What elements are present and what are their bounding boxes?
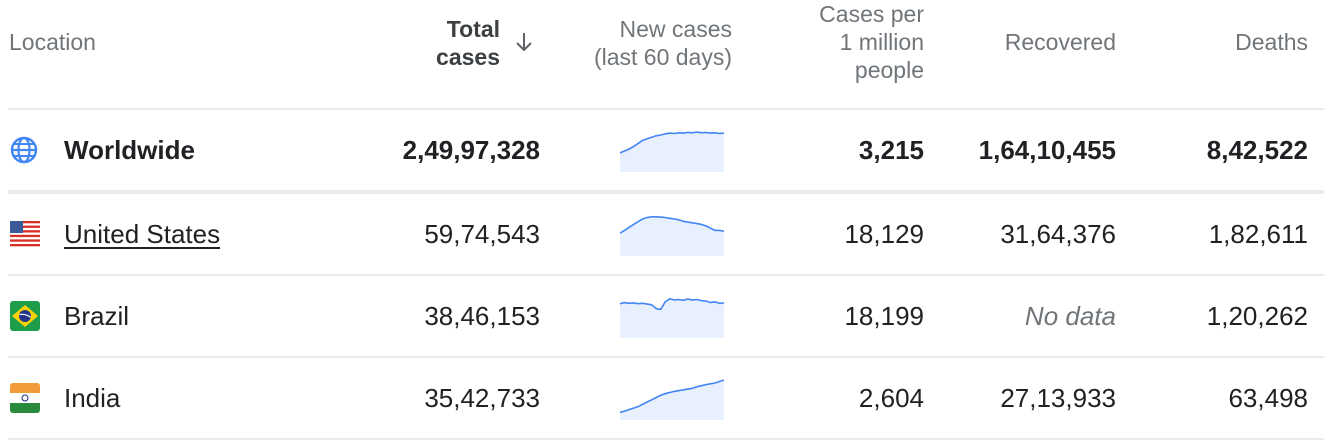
row-name-united-states[interactable]: United States <box>64 218 220 250</box>
sparkline-worldwide <box>620 131 724 172</box>
row-name-india[interactable]: India <box>64 382 120 414</box>
row-name-brazil[interactable]: Brazil <box>64 300 129 332</box>
row-per-million: 18,199 <box>844 301 924 331</box>
sparkline-brazil <box>620 297 724 338</box>
row-total-cases: 2,49,97,328 <box>402 135 540 165</box>
row-per-million: 2,604 <box>858 383 924 413</box>
row-deaths: 63,498 <box>1228 383 1308 413</box>
sparkline-area <box>620 380 724 420</box>
row-per-million: 18,129 <box>844 219 924 249</box>
sparkline-india <box>620 379 724 420</box>
row-total-cases: 38,46,153 <box>424 301 540 331</box>
row-deaths: 8,42,522 <box>1206 135 1308 165</box>
header-total-cases-line1: Total <box>446 16 500 42</box>
row-recovered: 27,13,933 <box>1000 383 1116 413</box>
row-name-worldwide: Worldwide <box>64 135 195 165</box>
worldwide-divider <box>8 190 1324 194</box>
us-flag-icon <box>10 219 40 249</box>
header-total-cases-line2: cases <box>436 44 500 70</box>
header-recovered[interactable]: Recovered <box>960 28 1116 56</box>
header-per-million-line3: people <box>854 57 924 83</box>
header-per-million[interactable]: Cases per 1 million people <box>780 0 924 84</box>
header-deaths[interactable]: Deaths <box>1160 28 1308 56</box>
header-total-cases[interactable]: Total cases <box>380 15 500 71</box>
row-total-cases: 35,42,733 <box>424 383 540 413</box>
row-total-cases: 59,74,543 <box>424 219 540 249</box>
header-new-cases: New cases (last 60 days) <box>560 15 732 71</box>
row-recovered-no-data: No data <box>1024 301 1116 331</box>
header-new-cases-line2: (last 60 days) <box>593 44 732 70</box>
header-location: Location <box>9 29 96 55</box>
sparkline-area <box>620 132 724 172</box>
header-per-million-line2: 1 million <box>839 29 924 55</box>
globe-icon <box>10 136 38 164</box>
brazil-flag-icon <box>10 301 40 331</box>
header-per-million-line1: Cases per <box>819 1 924 27</box>
row-deaths: 1,20,262 <box>1206 301 1308 331</box>
arrow-down-icon[interactable] <box>512 30 536 54</box>
row-recovered: 31,64,376 <box>1000 219 1116 249</box>
row-deaths: 1,82,611 <box>1208 219 1308 249</box>
sparkline-area <box>620 298 724 338</box>
header-new-cases-line1: New cases <box>619 16 732 42</box>
row-divider <box>8 438 1324 440</box>
row-recovered: 1,64,10,455 <box>978 135 1116 165</box>
india-flag-icon <box>10 383 40 413</box>
row-divider <box>8 274 1324 276</box>
row-per-million: 3,215 <box>858 135 924 165</box>
header-divider <box>8 108 1324 110</box>
sparkline-united-states <box>620 216 724 256</box>
row-divider <box>8 356 1324 358</box>
